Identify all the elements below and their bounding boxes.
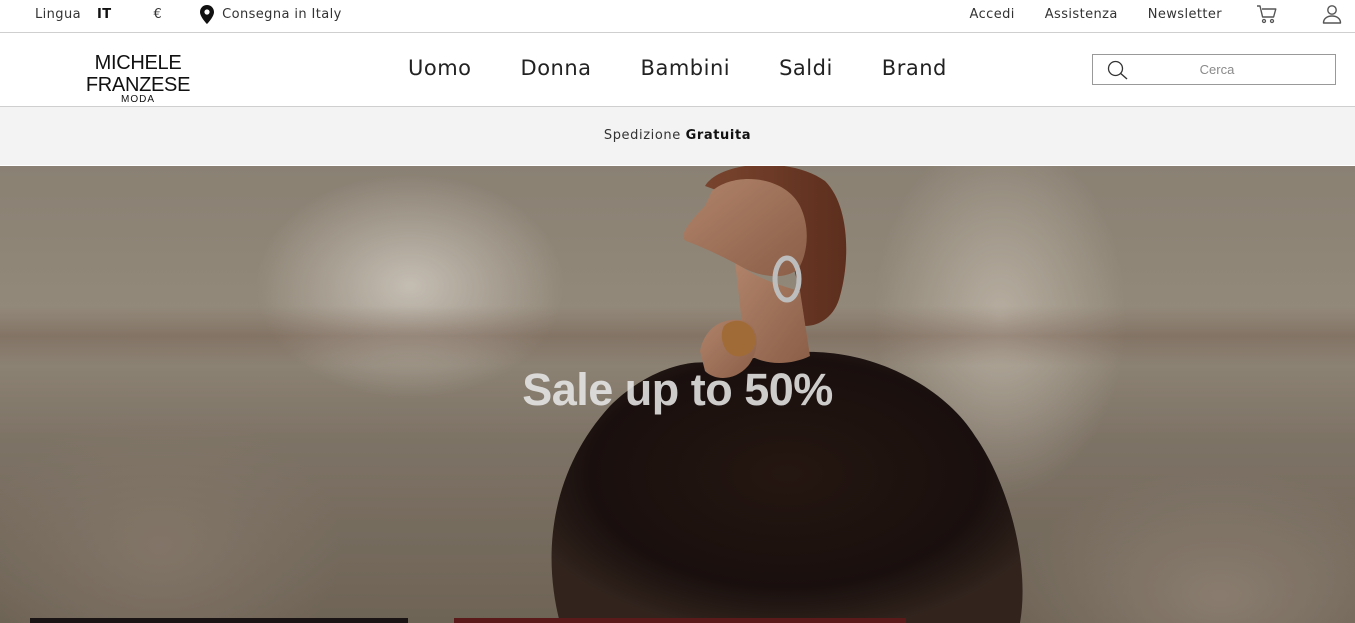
nav-item-donna[interactable]: Donna [521,56,592,80]
nav-item-uomo[interactable]: Uomo [408,56,472,80]
main-navigation: Uomo Donna Bambini Saldi Brand [408,56,996,80]
promo-emphasis: Gratuita [685,128,752,143]
login-link[interactable]: Accedi [970,7,1015,22]
logo-brand-text: MICHELE FRANZESE [85,52,191,96]
main-header: MICHELE FRANZESE MODA Uomo Donna Bambini… [0,34,1355,107]
delivery-text: Consegna in Italy [222,6,342,22]
nav-item-bambini[interactable]: Bambini [641,56,731,80]
hero-headline: Sale up to 50% [522,364,833,415]
logo-sub-text: MODA [121,94,155,105]
user-icon[interactable] [1322,4,1342,24]
locale-selector-group: Lingua IT € Consegna in Italy [35,0,342,28]
newsletter-link[interactable]: Newsletter [1148,7,1222,22]
hero-next-slide-strip [30,618,408,623]
top-utility-bar: Lingua IT € Consegna in Italy Accedi Ass… [0,0,1355,33]
currency-selector[interactable]: € [153,7,162,22]
cart-icon[interactable] [1256,4,1278,24]
delivery-country-selector[interactable]: Consegna in Italy [200,4,342,24]
brand-logo[interactable]: MICHELE FRANZESE MODA [46,52,230,105]
location-pin-icon [200,4,215,24]
nav-item-brand[interactable]: Brand [882,56,947,80]
language-label[interactable]: Lingua [35,7,81,22]
promo-text: Spedizione [603,128,681,143]
search-input[interactable] [1093,55,1335,84]
hero-banner[interactable]: Sale up to 50% [0,166,1355,623]
search-icon[interactable] [1107,60,1129,80]
hero-next-slide-strip [454,618,906,623]
search-box [1092,54,1336,85]
shipping-promo-banner: Spedizione Gratuita [0,107,1355,165]
account-links: Accedi Assistenza Newsletter [970,0,1355,28]
support-link[interactable]: Assistenza [1045,7,1118,22]
nav-item-saldi[interactable]: Saldi [779,56,833,80]
language-value[interactable]: IT [97,7,112,22]
